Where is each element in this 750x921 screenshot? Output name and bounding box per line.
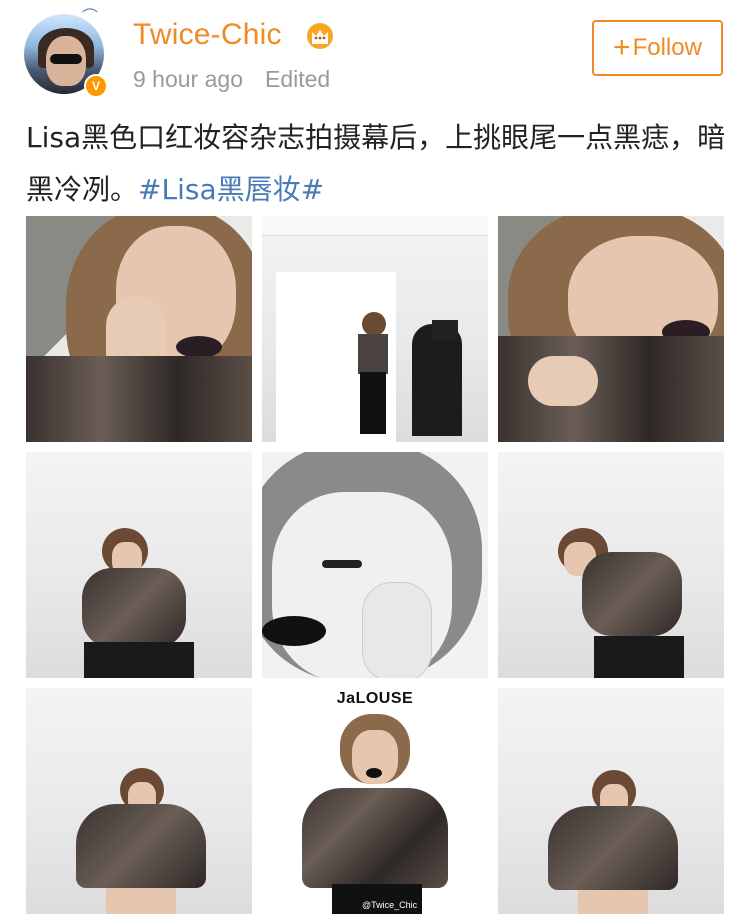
photo-grid: JaLOUSE @Twice_Chic (26, 216, 724, 916)
photo-hands-on-head[interactable] (26, 688, 252, 914)
plus-icon: + (613, 31, 631, 64)
photo-closeup-hand-face[interactable] (26, 216, 252, 442)
avatar[interactable]: ⌒ V (24, 9, 108, 98)
hashtag-link[interactable]: #Lisa黑唇妆# (138, 173, 324, 206)
post-text: Lisa黑色口红妆容杂志拍摄幕后，上挑眼尾一点黑痣，暗黑冷冽。#Lisa黑唇妆# (26, 112, 726, 216)
follow-button[interactable]: + Follow (592, 20, 723, 76)
magazine-logo: JaLOUSE (336, 690, 414, 707)
photo-crouch-pose[interactable] (26, 452, 252, 678)
photo-bw-closeup[interactable] (262, 452, 488, 678)
bird-icon: ⌒ (82, 7, 99, 26)
edited-label: Edited (264, 66, 331, 92)
photo-magazine-cover[interactable]: JaLOUSE @Twice_Chic (262, 688, 488, 914)
post-meta: 9 hour ago Edited (133, 66, 330, 93)
post-time: 9 hour ago (133, 66, 243, 92)
photo-hands-on-head-2[interactable] (498, 688, 724, 914)
watermark: @Twice_Chic (362, 900, 418, 910)
photo-studio-behind-scenes[interactable] (262, 216, 488, 442)
photo-closeup-tilted[interactable] (498, 216, 724, 442)
crown-icon (307, 23, 333, 49)
follow-label: Follow (632, 34, 702, 61)
photo-crouch-pose-2[interactable] (498, 452, 724, 678)
verified-badge-icon: V (84, 74, 108, 98)
username-link[interactable]: Twice-Chic (133, 18, 282, 52)
post-body: Lisa黑色口红妆容杂志拍摄幕后，上挑眼尾一点黑痣，暗黑冷冽。 (26, 121, 726, 206)
post-header: ⌒ V Twice-Chic 9 hour ago Edited + Follow (0, 0, 750, 110)
